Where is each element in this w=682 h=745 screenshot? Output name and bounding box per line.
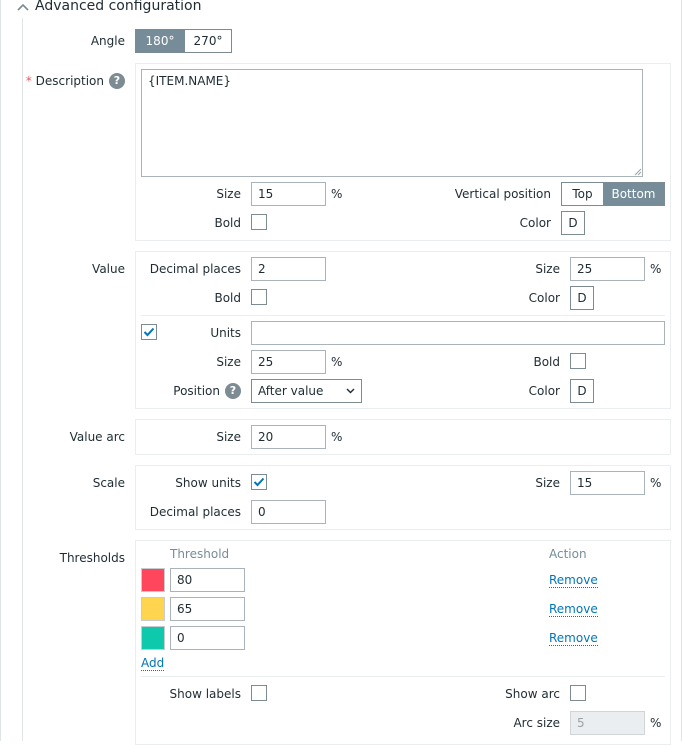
chevron-down-icon	[346, 388, 355, 394]
units-color-picker[interactable]: D	[570, 379, 594, 403]
value-size-input[interactable]: 25	[570, 257, 645, 281]
units-size-label: Size	[216, 355, 241, 369]
description-size-unit: %	[331, 187, 343, 201]
value-label: Value	[92, 262, 125, 276]
description-bold-label: Bold	[214, 216, 241, 230]
vpos-top-option[interactable]: Top	[562, 183, 603, 205]
scale-show-units-checkbox[interactable]	[251, 474, 267, 490]
description-size-label: Size	[216, 187, 241, 201]
value-color-picker[interactable]: D	[570, 286, 594, 310]
arc-size-unit: %	[650, 716, 662, 730]
position-help-icon[interactable]: ?	[225, 383, 241, 399]
form-left-border	[0, 0, 1, 741]
scale-size-input[interactable]: 15	[570, 471, 645, 495]
value-arc-size-unit: %	[331, 430, 343, 444]
description-label-text: Description	[35, 74, 104, 88]
show-arc-checkbox[interactable]	[570, 685, 586, 701]
description-help-icon[interactable]: ?	[109, 73, 125, 89]
vertical-position-label: Vertical position	[454, 187, 551, 201]
units-size-input[interactable]: 25	[251, 350, 326, 374]
value-decimal-label: Decimal places	[149, 262, 241, 276]
description-size-input[interactable]: 15	[251, 182, 326, 206]
threshold-column-header: Threshold	[170, 547, 230, 561]
threshold-add-link[interactable]: Add	[141, 656, 165, 671]
threshold-remove-link[interactable]: Remove	[549, 631, 598, 646]
units-position-label: Position	[173, 384, 220, 398]
value-decimal-input[interactable]: 2	[251, 257, 326, 281]
show-labels-checkbox[interactable]	[251, 685, 267, 701]
arc-size-label: Arc size	[513, 716, 560, 730]
scale-label: Scale	[92, 476, 125, 490]
scale-size-label: Size	[535, 476, 560, 490]
threshold-value-input[interactable]: 65	[170, 597, 245, 621]
threshold-remove-link[interactable]: Remove	[549, 573, 598, 588]
units-bold-label: Bold	[533, 355, 560, 369]
required-mark: *	[25, 74, 32, 88]
angle-180-option[interactable]: 180°	[136, 30, 184, 52]
vertical-position-segmented: Top Bottom	[561, 182, 665, 206]
threshold-color-swatch[interactable]	[141, 568, 165, 592]
section-title[interactable]: Advanced configuration	[35, 0, 201, 14]
description-bold-checkbox[interactable]	[251, 214, 267, 230]
units-label: Units	[210, 326, 241, 340]
units-input[interactable]	[251, 321, 665, 345]
description-color-label: Color	[519, 216, 551, 230]
value-size-unit: %	[650, 262, 662, 276]
threshold-value-input[interactable]: 80	[170, 568, 245, 592]
scale-decimal-input[interactable]: 0	[251, 500, 326, 524]
resize-handle-icon[interactable]	[634, 168, 642, 176]
scale-show-units-label: Show units	[175, 476, 241, 490]
check-icon	[253, 477, 265, 487]
description-label: * Description	[26, 74, 104, 88]
action-column-header: Action	[549, 547, 587, 561]
units-position-value: After value	[258, 384, 324, 398]
threshold-color-swatch[interactable]	[141, 597, 165, 621]
section-left-border	[22, 18, 23, 741]
angle-270-option[interactable]: 270°	[184, 30, 231, 52]
value-arc-size-input[interactable]: 20	[251, 425, 326, 449]
description-textarea[interactable]: {ITEM.NAME}	[141, 69, 643, 177]
check-icon	[143, 327, 155, 337]
thresholds-label: Thresholds	[59, 551, 125, 565]
description-color-picker[interactable]: D	[561, 211, 585, 235]
scale-size-unit: %	[650, 476, 662, 490]
show-labels-label: Show labels	[169, 687, 241, 701]
value-bold-label: Bold	[214, 291, 241, 305]
units-position-select[interactable]: After value	[251, 379, 362, 403]
angle-segmented: 180° 270°	[135, 29, 232, 53]
value-bold-checkbox[interactable]	[251, 289, 267, 305]
units-bold-checkbox[interactable]	[570, 353, 586, 369]
units-color-label: Color	[528, 384, 560, 398]
threshold-color-swatch[interactable]	[141, 626, 165, 650]
threshold-value-input[interactable]: 0	[170, 626, 245, 650]
units-size-unit: %	[331, 355, 343, 369]
show-arc-label: Show arc	[505, 687, 560, 701]
value-separator	[141, 315, 665, 316]
value-color-label: Color	[528, 291, 560, 305]
scale-decimal-label: Decimal places	[149, 505, 241, 519]
value-size-label: Size	[535, 262, 560, 276]
angle-label: Angle	[90, 34, 125, 48]
units-checkbox[interactable]	[141, 324, 157, 340]
thresholds-separator	[141, 676, 665, 677]
arc-size-input[interactable]: 5	[570, 711, 645, 735]
chevron-up-icon[interactable]	[16, 1, 30, 13]
value-arc-size-label: Size	[216, 430, 241, 444]
threshold-remove-link[interactable]: Remove	[549, 602, 598, 617]
vpos-bottom-option[interactable]: Bottom	[603, 183, 664, 205]
value-arc-label: Value arc	[69, 430, 125, 444]
